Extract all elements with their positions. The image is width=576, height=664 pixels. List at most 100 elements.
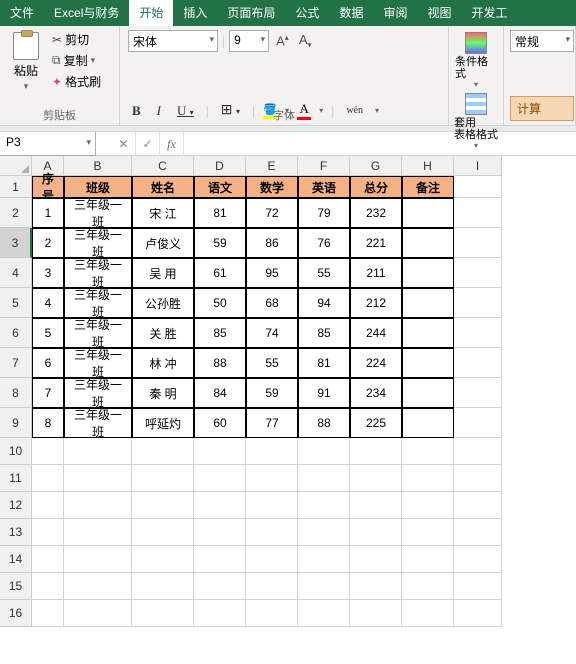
cell[interactable] (194, 600, 246, 627)
cell[interactable]: 数学 (246, 176, 298, 198)
row-header-5[interactable]: 5 (0, 288, 32, 318)
cell[interactable] (64, 519, 132, 546)
col-header-B[interactable]: B (64, 156, 132, 176)
cell[interactable]: 55 (298, 258, 350, 288)
tab-5[interactable]: 公式 (285, 0, 329, 26)
cell[interactable]: 2 (32, 228, 64, 258)
cell[interactable] (64, 573, 132, 600)
cell[interactable]: 61 (194, 258, 246, 288)
cell[interactable] (350, 600, 402, 627)
cell[interactable]: 81 (194, 198, 246, 228)
font-name-select[interactable]: 宋体 (128, 30, 218, 52)
tab-4[interactable]: 页面布局 (217, 0, 285, 26)
cell[interactable] (402, 198, 454, 228)
cell[interactable] (454, 228, 502, 258)
col-header-D[interactable]: D (194, 156, 246, 176)
cell[interactable] (194, 438, 246, 465)
cell[interactable] (454, 408, 502, 438)
row-header-3[interactable]: 3 (0, 228, 32, 258)
cell[interactable] (194, 573, 246, 600)
cell[interactable]: 68 (246, 288, 298, 318)
cell[interactable]: 94 (298, 288, 350, 318)
tab-8[interactable]: 视图 (417, 0, 461, 26)
row-header-2[interactable]: 2 (0, 198, 32, 228)
cell[interactable] (298, 519, 350, 546)
cell[interactable] (246, 546, 298, 573)
row-header-1[interactable]: 1 (0, 176, 32, 198)
table-format-button[interactable]: 套用 表格格式 ▾ (455, 91, 497, 150)
cell[interactable] (32, 573, 64, 600)
cell[interactable]: 234 (350, 378, 402, 408)
cell[interactable] (132, 546, 194, 573)
cell[interactable]: 备注 (402, 176, 454, 198)
cell[interactable] (402, 519, 454, 546)
cell[interactable] (32, 465, 64, 492)
cell[interactable] (246, 519, 298, 546)
cell[interactable]: 姓名 (132, 176, 194, 198)
cell[interactable]: 50 (194, 288, 246, 318)
grow-font-button[interactable]: A▴ (273, 31, 292, 50)
cell[interactable] (298, 438, 350, 465)
col-header-E[interactable]: E (246, 156, 298, 176)
cell[interactable]: 76 (298, 228, 350, 258)
col-header-F[interactable]: F (298, 156, 350, 176)
cell[interactable] (454, 318, 502, 348)
cell[interactable] (246, 600, 298, 627)
cell[interactable]: 85 (194, 318, 246, 348)
cell[interactable] (454, 176, 502, 198)
cell[interactable] (132, 519, 194, 546)
cell[interactable]: 三年级一班 (64, 198, 132, 228)
cell[interactable]: 三年级一班 (64, 348, 132, 378)
row-header-16[interactable]: 16 (0, 600, 32, 627)
row-header-7[interactable]: 7 (0, 348, 32, 378)
cell[interactable]: 59 (194, 228, 246, 258)
cell[interactable] (64, 465, 132, 492)
cell[interactable] (402, 465, 454, 492)
row-header-12[interactable]: 12 (0, 492, 32, 519)
cell[interactable] (454, 258, 502, 288)
tab-1[interactable]: Excel与财务 (44, 0, 129, 26)
cell[interactable]: 72 (246, 198, 298, 228)
cell[interactable] (194, 465, 246, 492)
row-header-10[interactable]: 10 (0, 438, 32, 465)
cell[interactable]: 三年级一班 (64, 378, 132, 408)
cell[interactable] (350, 519, 402, 546)
cell[interactable]: 序号 (32, 176, 64, 198)
cell[interactable]: 86 (246, 228, 298, 258)
cell[interactable] (32, 438, 64, 465)
cell[interactable] (32, 519, 64, 546)
cell[interactable] (64, 492, 132, 519)
cell[interactable]: 8 (32, 408, 64, 438)
cell[interactable]: 三年级一班 (64, 318, 132, 348)
cell[interactable] (350, 573, 402, 600)
cell[interactable] (402, 348, 454, 378)
cell[interactable] (454, 288, 502, 318)
cell[interactable]: 232 (350, 198, 402, 228)
row-header-9[interactable]: 9 (0, 408, 32, 438)
cell[interactable]: 79 (298, 198, 350, 228)
cell[interactable]: 88 (194, 348, 246, 378)
formula-input[interactable] (184, 141, 576, 147)
col-header-C[interactable]: C (132, 156, 194, 176)
cell[interactable] (402, 258, 454, 288)
cell[interactable]: 85 (298, 318, 350, 348)
cell[interactable] (402, 546, 454, 573)
cell[interactable]: 6 (32, 348, 64, 378)
cell[interactable] (454, 348, 502, 378)
cell[interactable]: 84 (194, 378, 246, 408)
cell[interactable] (132, 573, 194, 600)
cell[interactable] (132, 492, 194, 519)
cell[interactable] (454, 600, 502, 627)
cell[interactable] (64, 546, 132, 573)
cell[interactable]: 225 (350, 408, 402, 438)
cell[interactable] (454, 546, 502, 573)
cell[interactable]: 宋 江 (132, 198, 194, 228)
format-painter-button[interactable]: ✦格式刷 (50, 72, 103, 91)
tab-0[interactable]: 文件 (0, 0, 44, 26)
cell[interactable] (402, 573, 454, 600)
cell[interactable] (298, 573, 350, 600)
cell[interactable]: 212 (350, 288, 402, 318)
cut-button[interactable]: ✂剪切 (50, 30, 103, 49)
number-format-select[interactable]: 常规 (510, 30, 574, 52)
cell[interactable] (454, 198, 502, 228)
